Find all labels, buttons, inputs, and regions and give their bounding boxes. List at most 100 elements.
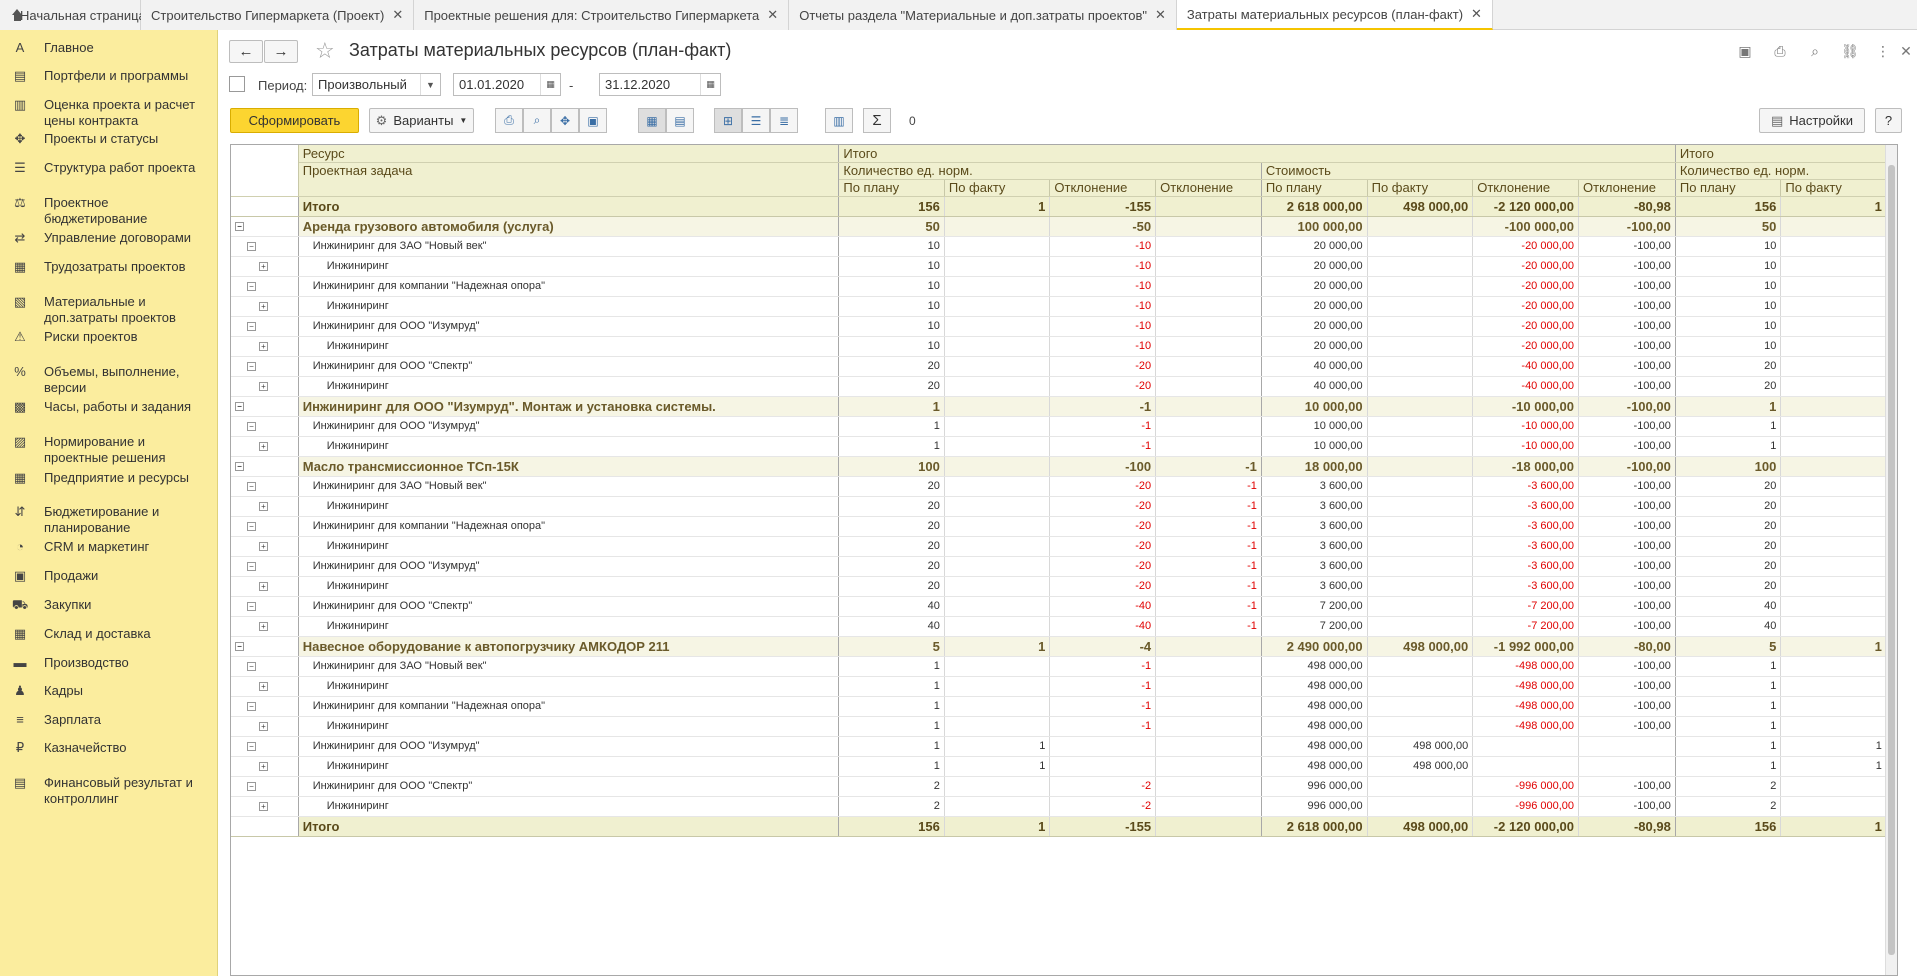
collapse-icon[interactable]: − bbox=[235, 461, 244, 471]
sidebar-item-8[interactable]: ▧ Материальные и доп.затраты проектов bbox=[0, 294, 218, 326]
more-icon[interactable]: ⋮ bbox=[1874, 42, 1892, 60]
collapse-icon[interactable]: − bbox=[247, 661, 256, 671]
expand-icon[interactable]: + bbox=[259, 301, 268, 311]
forward-button[interactable]: → bbox=[264, 40, 298, 63]
expand-icon[interactable]: + bbox=[259, 261, 268, 271]
chevron-down-icon[interactable]: ▼ bbox=[420, 74, 440, 95]
tab-4[interactable]: Затраты материальных ресурсов (план-факт… bbox=[1176, 0, 1493, 30]
table-row[interactable]: − Инжиниринг для ЗАО "Новый век" 1 -1 498 00… bbox=[231, 656, 1897, 677]
expand-icon[interactable]: + bbox=[259, 501, 268, 511]
collapse-icon[interactable]: − bbox=[235, 641, 244, 651]
collapse-icon[interactable]: − bbox=[247, 421, 256, 431]
save-report-button[interactable]: ▣ bbox=[579, 108, 607, 133]
expand-icon[interactable]: + bbox=[259, 341, 268, 351]
scrollbar-thumb[interactable] bbox=[1888, 165, 1895, 955]
favorite-star-icon[interactable]: ☆ bbox=[315, 38, 335, 64]
sidebar-item-12[interactable]: ▨ Нормирование и проектные решения bbox=[0, 434, 218, 466]
close-icon[interactable]: ✕ bbox=[1471, 6, 1482, 22]
print-icon[interactable]: ⎙ bbox=[1771, 42, 1789, 60]
table-row[interactable]: + Инжиниринг 20 -20 -1 3 600,00 -3 600,00 -100,… bbox=[231, 536, 1897, 557]
generate-button[interactable]: Сформировать bbox=[230, 108, 359, 133]
collapse-icon[interactable]: − bbox=[247, 481, 256, 491]
close-icon[interactable]: ✕ bbox=[1155, 7, 1166, 23]
sidebar-item-23[interactable]: ▤ Финансовый результат и контроллинг bbox=[0, 775, 218, 807]
expand-icon[interactable]: + bbox=[259, 441, 268, 451]
close-icon[interactable]: ✕ bbox=[767, 7, 778, 23]
table-row[interactable]: − Инжиниринг для ООО "Изумруд" 1 1 498 000,0… bbox=[231, 736, 1897, 757]
expand-icon[interactable]: + bbox=[259, 761, 268, 771]
table-row[interactable]: − Инжиниринг для ООО "Изумруд" 10 -10 20 000… bbox=[231, 316, 1897, 337]
sidebar-item-3[interactable]: ✥ Проекты и статусы bbox=[0, 131, 218, 147]
sidebar-item-4[interactable]: ☰ Структура работ проекта bbox=[0, 160, 218, 176]
collapse-icon[interactable]: − bbox=[235, 221, 244, 231]
sidebar-item-0[interactable]: A Главное bbox=[0, 40, 218, 56]
sidebar-item-11[interactable]: ▩ Часы, работы и задания bbox=[0, 399, 218, 415]
collapse-icon[interactable]: − bbox=[247, 781, 256, 791]
table-row[interactable]: + Инжиниринг 40 -40 -1 7 200,00 -7 200,00 -100,… bbox=[231, 616, 1897, 637]
table-row[interactable]: + Инжиниринг 1 -1 498 000,00 -498 000,00 -100,… bbox=[231, 716, 1897, 737]
tab-0[interactable]: Начальная страница bbox=[0, 0, 146, 30]
table-row[interactable]: − Инжиниринг для компании "Надежная опора… bbox=[231, 276, 1897, 297]
table-row[interactable]: − Инжиниринг для ООО "Изумруд" 20 -20 -1 3 60… bbox=[231, 556, 1897, 577]
collapse-icon[interactable]: − bbox=[247, 521, 256, 531]
sum-button[interactable]: Σ bbox=[863, 108, 891, 133]
close-icon[interactable]: ✕ bbox=[1897, 42, 1915, 60]
settings-button[interactable]: ▤ Настройки bbox=[1759, 108, 1865, 133]
back-button[interactable]: ← bbox=[229, 40, 263, 63]
table-row[interactable]: + Инжиниринг 10 -10 20 000,00 -20 000,00 -100,… bbox=[231, 256, 1897, 277]
table-row[interactable]: − Аренда грузового автомобиля (услуга) 50-… bbox=[231, 216, 1897, 237]
group-button[interactable]: ⊞ bbox=[714, 108, 742, 133]
sidebar-item-1[interactable]: ▤ Портфели и программы bbox=[0, 68, 218, 84]
expand-button[interactable]: ☰ bbox=[742, 108, 770, 133]
collapse-icon[interactable]: − bbox=[247, 601, 256, 611]
table-row[interactable]: + Инжиниринг 10 -10 20 000,00 -20 000,00 -100,… bbox=[231, 296, 1897, 317]
report-grid[interactable]: Ресурс Итого Итого Проектная задача Коли… bbox=[230, 144, 1898, 976]
table-row[interactable]: − Инжиниринг для компании "Надежная опора… bbox=[231, 516, 1897, 537]
sidebar-item-6[interactable]: ⇄ Управление договорами bbox=[0, 230, 218, 246]
collapse-icon[interactable]: − bbox=[247, 701, 256, 711]
expand-icon[interactable]: + bbox=[259, 721, 268, 731]
sidebar-item-18[interactable]: ▦ Склад и доставка bbox=[0, 626, 218, 642]
sidebar-item-5[interactable]: ⚖ Проектное бюджетирование bbox=[0, 195, 218, 227]
table-row[interactable]: Итого 156 1 -155 2 618 000,00 498 000,00 -2 12… bbox=[231, 196, 1897, 217]
calendar-icon[interactable]: ▦ bbox=[540, 74, 560, 95]
period-checkbox[interactable] bbox=[229, 76, 245, 92]
date-to-field[interactable]: 31.12.2020 ▦ bbox=[599, 73, 721, 96]
help-button[interactable]: ? bbox=[1875, 108, 1902, 133]
sidebar-item-9[interactable]: ⚠ Риски проектов bbox=[0, 329, 218, 345]
collapse-icon[interactable]: − bbox=[247, 281, 256, 291]
calendar-icon[interactable]: ▦ bbox=[700, 74, 720, 95]
table-view-button[interactable]: ▦ bbox=[638, 108, 666, 133]
table-row[interactable]: Итого 156 1 -155 2 618 000,00 498 000,00 -2 12… bbox=[231, 816, 1897, 837]
expand-icon[interactable]: + bbox=[259, 381, 268, 391]
collapse-icon[interactable]: − bbox=[247, 561, 256, 571]
table-row[interactable]: + Инжиниринг 1 -1 498 000,00 -498 000,00 -100,… bbox=[231, 676, 1897, 697]
table-alt-view-button[interactable]: ▤ bbox=[666, 108, 694, 133]
table-row[interactable]: − Масло трансмиссионное ТСп-15К 100 -100 -1 1… bbox=[231, 456, 1897, 477]
variants-button[interactable]: ⚙ Варианты ▼ bbox=[369, 108, 474, 133]
expand-icon[interactable]: + bbox=[259, 801, 268, 811]
table-row[interactable]: + Инжиниринг 20 -20 -1 3 600,00 -3 600,00 -100,… bbox=[231, 576, 1897, 597]
vertical-scrollbar[interactable] bbox=[1885, 145, 1897, 975]
table-row[interactable]: − Инжиниринг для ООО "Спектр" 2 -2 996 000,0… bbox=[231, 776, 1897, 797]
sidebar-item-21[interactable]: ≡ Зарплата bbox=[0, 712, 218, 728]
link-icon[interactable]: ⛓ bbox=[1841, 42, 1859, 60]
sidebar-item-20[interactable]: ♟ Кадры bbox=[0, 683, 218, 699]
table-row[interactable]: − Инжиниринг для ООО "Спектр" 20 -20 40 000,… bbox=[231, 356, 1897, 377]
expand-icon[interactable]: + bbox=[259, 581, 268, 591]
date-from-field[interactable]: 01.01.2020 ▦ bbox=[453, 73, 561, 96]
save-icon[interactable]: ▣ bbox=[1736, 42, 1754, 60]
sidebar-item-16[interactable]: ▣ Продажи bbox=[0, 568, 218, 584]
sidebar-item-14[interactable]: ⇵ Бюджетирование и планирование bbox=[0, 504, 218, 536]
period-select[interactable]: Произвольный ▼ bbox=[312, 73, 441, 96]
table-row[interactable]: + Инжиниринг 1 -1 10 000,00 -10 000,00 -100,00… bbox=[231, 436, 1897, 457]
preview-button[interactable]: ⌕ bbox=[523, 108, 551, 133]
table-row[interactable]: − Инжиниринг для ООО "Изумруд" 1 -1 10 000,0… bbox=[231, 416, 1897, 437]
table-row[interactable]: − Инжиниринг для компании "Надежная опора… bbox=[231, 696, 1897, 717]
expand-icon[interactable]: + bbox=[259, 621, 268, 631]
collapse-icon[interactable]: − bbox=[235, 401, 244, 411]
print-button[interactable]: ⎙ bbox=[495, 108, 523, 133]
sidebar-item-19[interactable]: ▬ Производство bbox=[0, 655, 218, 671]
table-row[interactable]: + Инжиниринг 20 -20 40 000,00 -40 000,00 -100,… bbox=[231, 376, 1897, 397]
tab-2[interactable]: Проектные решения для: Строительство Гип… bbox=[414, 0, 790, 30]
